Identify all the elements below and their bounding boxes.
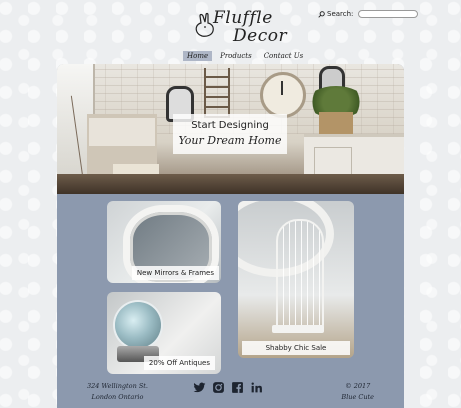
- footer-address: 324 Wellington St. London Ontario: [87, 381, 148, 403]
- search-input[interactable]: [358, 10, 419, 18]
- instagram-icon[interactable]: [212, 381, 225, 394]
- content-panel: Start Designing Your Dream Home New Mirr…: [57, 64, 404, 408]
- main-nav: Home Products Contact Us: [183, 51, 307, 61]
- search-box: Search:: [318, 10, 419, 18]
- address-line2: London Ontario: [91, 393, 144, 401]
- tile-mirrors-caption: New Mirrors & Frames: [131, 266, 219, 280]
- tile-shabby-caption: Shabby Chic Sale: [242, 341, 350, 355]
- facebook-icon[interactable]: [231, 381, 244, 394]
- brand-line1: Fluffle: [213, 8, 273, 28]
- address-line1: 324 Wellington St.: [87, 382, 148, 390]
- tile-antiques-caption: 20% Off Antiques: [143, 356, 215, 370]
- nav-products[interactable]: Products: [216, 51, 256, 61]
- tile-antiques[interactable]: 20% Off Antiques: [107, 292, 221, 374]
- copyright-text: © 2017: [345, 382, 371, 390]
- tile-mirrors[interactable]: New Mirrors & Frames: [107, 201, 221, 283]
- hero-title: Start Designing: [191, 120, 269, 131]
- search-icon: [318, 10, 325, 18]
- site-logo[interactable]: Fluffle Decor: [191, 8, 287, 48]
- twitter-icon[interactable]: [193, 381, 206, 394]
- hero-subtitle: Your Dream Home: [178, 134, 282, 147]
- tile-shabby-chic[interactable]: Shabby Chic Sale: [238, 201, 354, 358]
- footer-copyright: © 2017 Blue Cute: [341, 381, 374, 403]
- site-footer: 324 Wellington St. London Ontario © 2017…: [57, 377, 404, 408]
- company-name: Blue Cute: [341, 393, 374, 401]
- site-header: Fluffle Decor Search: Home Products Cont…: [0, 0, 461, 64]
- social-links: [193, 381, 263, 394]
- brand-line2: Decor: [233, 26, 288, 46]
- clock-decor: [260, 72, 306, 118]
- hero-banner[interactable]: Start Designing Your Dream Home: [173, 114, 287, 154]
- hero-image: Start Designing Your Dream Home: [57, 64, 404, 194]
- search-label: Search:: [327, 10, 354, 18]
- linkedin-icon[interactable]: [250, 381, 263, 394]
- nav-contact[interactable]: Contact Us: [260, 51, 308, 61]
- nav-home[interactable]: Home: [183, 51, 213, 61]
